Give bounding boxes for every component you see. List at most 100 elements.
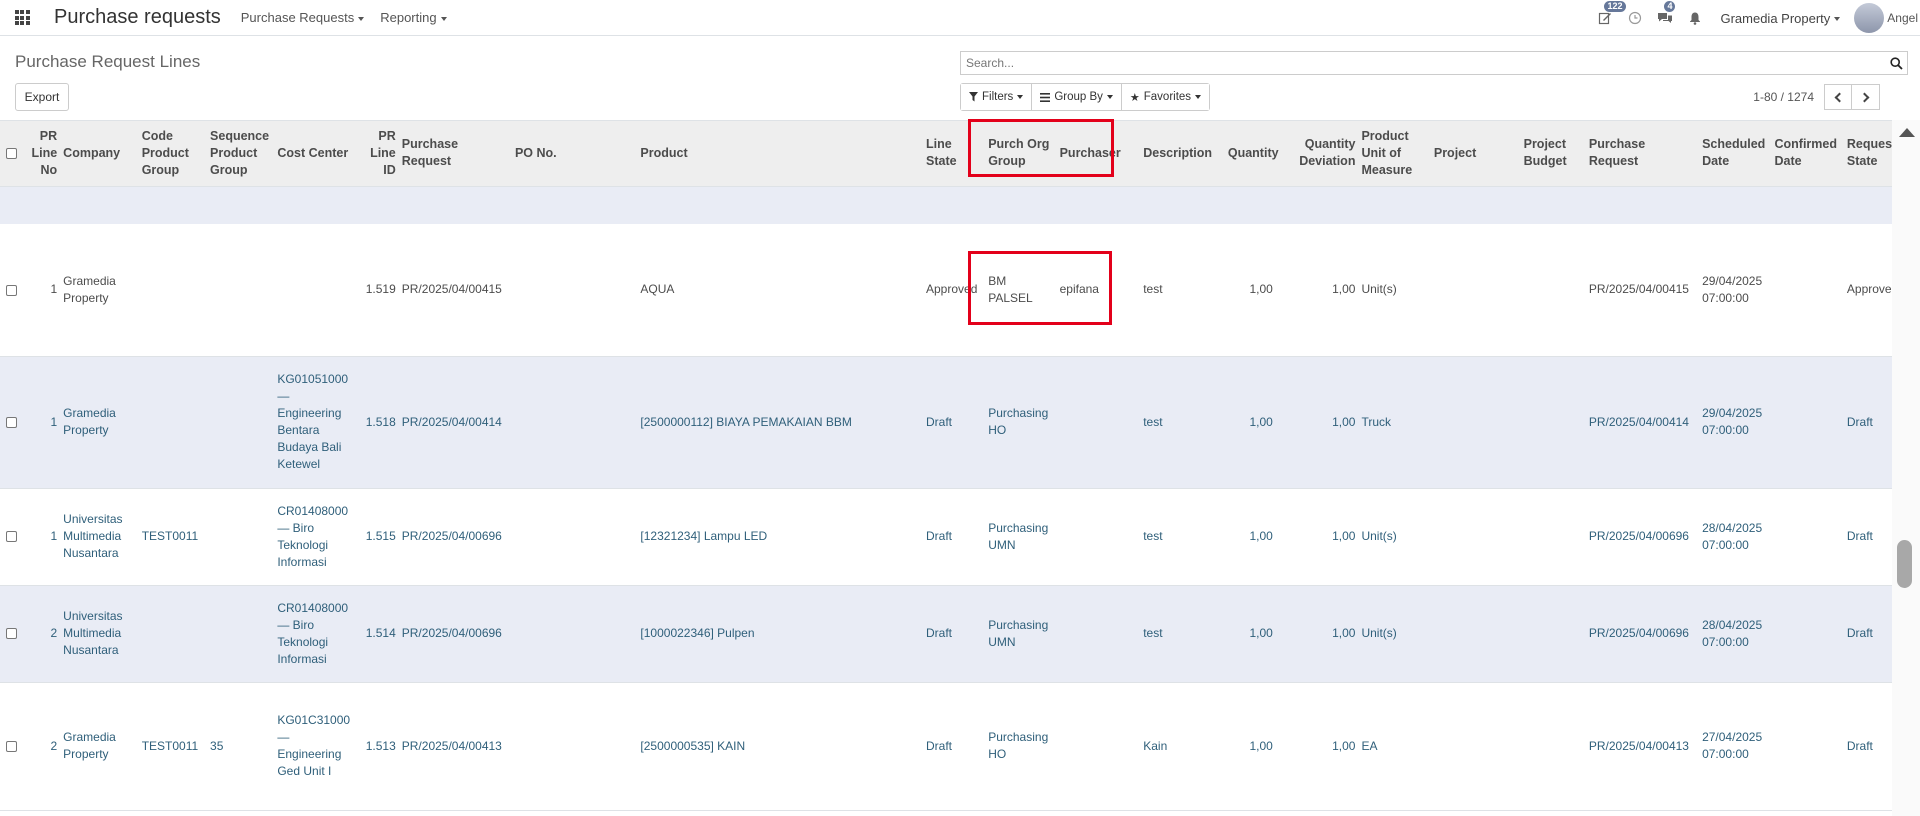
search-bar <box>960 51 1908 75</box>
cell-purchaser <box>1056 585 1141 683</box>
menu-reporting[interactable]: Reporting <box>380 10 447 25</box>
table-row[interactable]: 2 Universitas Multimedia Nusantara CR014… <box>0 585 1892 683</box>
cell-project <box>1430 356 1521 489</box>
top-navbar: Purchase requests Purchase Requests Repo… <box>0 0 1920 36</box>
bell-icon[interactable] <box>1680 0 1710 36</box>
column-header[interactable]: Sequence Product Group <box>207 121 275 187</box>
cell-scheduled-date: 29/04/2025 07:00:00 <box>1699 224 1772 357</box>
apps-menu-icon[interactable] <box>0 0 44 36</box>
column-header[interactable]: Code Product Group <box>138 121 208 187</box>
cell-confirmed-date <box>1771 682 1844 811</box>
column-header[interactable]: PO No. <box>511 121 638 187</box>
column-header[interactable]: Scheduled Date <box>1699 121 1772 187</box>
column-header[interactable]: Project Budget <box>1520 121 1586 187</box>
cell-scheduled-date: 28/04/2025 07:00:00 <box>1699 488 1772 586</box>
pager-value[interactable]: 1-80 / 1274 <box>1753 90 1814 104</box>
cell-purchase-request-2: PR/2025/04/00413 <box>1585 682 1700 811</box>
menu-purchase-requests[interactable]: Purchase Requests <box>240 10 365 25</box>
column-header[interactable]: Product Unit of Measure <box>1358 121 1431 187</box>
cell-purchase-request: PR/2025/04/00415 <box>398 224 512 357</box>
cell-line-no: 1 <box>22 356 61 489</box>
menu-label: Purchase Requests <box>240 10 355 25</box>
cell-company: Universitas Multimedia Nusantara <box>60 488 139 586</box>
column-header[interactable]: Company <box>60 121 139 187</box>
cell-sequence-product-group <box>207 488 275 586</box>
row-checkbox[interactable] <box>6 740 17 752</box>
column-header[interactable]: Confirmed Date <box>1771 121 1844 187</box>
pager-next-button[interactable] <box>1852 84 1880 110</box>
cell-company: Gramedia Property <box>60 356 139 489</box>
row-checkbox[interactable] <box>6 284 17 296</box>
filter-icon <box>969 92 978 102</box>
company-label: Gramedia Property <box>1720 10 1831 26</box>
table-row[interactable]: 1 Gramedia Property 1.519 PR/2025/04/004… <box>0 224 1892 357</box>
column-header[interactable]: PR Line ID <box>357 121 399 187</box>
page-title: Purchase Request Lines <box>15 52 201 71</box>
company-switcher[interactable]: Gramedia Property <box>1720 10 1841 26</box>
table-row[interactable]: 1 Universitas Multimedia Nusantara TEST0… <box>0 488 1892 586</box>
cell-sequence-product-group: 35 <box>207 682 275 811</box>
column-header[interactable]: Line State <box>923 121 986 187</box>
cell-project <box>1430 488 1521 586</box>
cell-code-product-group: TEST0011 <box>138 488 208 586</box>
column-header[interactable]: Purchase Request <box>398 121 512 187</box>
scrollbar-thumb[interactable] <box>1897 540 1912 588</box>
cell-code-product-group: TEST0011 <box>138 682 208 811</box>
cell-cost-center: KG01051000 — Engineering Bentara Budaya … <box>274 356 358 489</box>
avatar[interactable] <box>1854 3 1885 33</box>
table-row[interactable]: 1 Gramedia Property KG01051000 — Enginee… <box>0 356 1892 489</box>
cell-line-id: 1.514 <box>357 585 399 683</box>
column-header[interactable]: Project <box>1430 121 1521 187</box>
cell-quantity: 1,00 <box>1224 488 1276 586</box>
cell-cost-center: CR01408000 — Biro Teknologi Informasi <box>274 488 358 586</box>
column-header[interactable]: PR Line No <box>22 121 61 187</box>
table-row[interactable]: 2 Gramedia Property TEST0011 35 KG01C310… <box>0 682 1892 811</box>
filters-button[interactable]: Filters <box>961 84 1033 110</box>
cell-uom: Unit(s) <box>1358 224 1431 357</box>
cell-po-no <box>511 488 638 586</box>
cell-line-no: 1 <box>22 488 61 586</box>
scroll-up-icon[interactable] <box>1899 128 1915 137</box>
user-name[interactable]: Angel <box>1887 11 1918 25</box>
export-button[interactable]: Export <box>15 83 69 111</box>
column-header[interactable]: Cost Center <box>274 121 358 187</box>
row-checkbox[interactable] <box>6 628 17 640</box>
row-checkbox[interactable] <box>6 416 17 428</box>
activity-edit-icon[interactable]: 122 <box>1590 0 1626 36</box>
column-header[interactable]: Purchaser <box>1056 121 1141 187</box>
column-header[interactable]: Purchase Request <box>1585 121 1700 187</box>
groupby-button[interactable]: Group By <box>1032 84 1122 110</box>
cell-product: AQUA <box>637 224 923 357</box>
cell-confirmed-date <box>1771 224 1844 357</box>
column-header[interactable]: Quantity Deviation <box>1275 121 1359 187</box>
cell-po-no <box>511 585 638 683</box>
messages-icon[interactable]: 4 <box>1650 0 1680 36</box>
favorites-button[interactable]: ★ Favorites <box>1121 84 1210 110</box>
pager-previous-button[interactable] <box>1824 84 1852 110</box>
caret-down-icon <box>1195 95 1202 99</box>
search-icon[interactable] <box>1885 52 1907 74</box>
cell-po-no <box>511 356 638 489</box>
cell-quantity-deviation: 1,00 <box>1275 224 1359 357</box>
vertical-scrollbar[interactable] <box>1892 120 1920 816</box>
cell-purchase-request: PR/2025/04/00414 <box>398 356 512 489</box>
cell-purch-org-group: BM PALSEL <box>985 224 1057 357</box>
column-header[interactable]: Request State <box>1843 121 1892 187</box>
cell-quantity: 1,00 <box>1224 356 1276 489</box>
search-input[interactable] <box>961 52 1885 74</box>
row-select-cell <box>0 356 23 489</box>
column-header[interactable]: Purch Org Group <box>985 121 1057 187</box>
cell-quantity-deviation: 1,00 <box>1275 585 1359 683</box>
cell-uom: Truck <box>1358 356 1431 489</box>
cell-project-budget <box>1520 682 1586 811</box>
cell-line-state: Draft <box>923 585 986 683</box>
row-checkbox[interactable] <box>6 531 17 543</box>
cell-request-state: Draft <box>1843 585 1892 683</box>
clock-icon[interactable] <box>1620 0 1650 36</box>
column-header[interactable]: Description <box>1140 121 1225 187</box>
cell-quantity: 1,00 <box>1224 585 1276 683</box>
column-header[interactable]: Quantity <box>1224 121 1279 187</box>
select-all-checkbox[interactable] <box>6 147 17 159</box>
cell-quantity: 1,00 <box>1224 682 1276 811</box>
column-header[interactable]: Product <box>637 121 923 187</box>
